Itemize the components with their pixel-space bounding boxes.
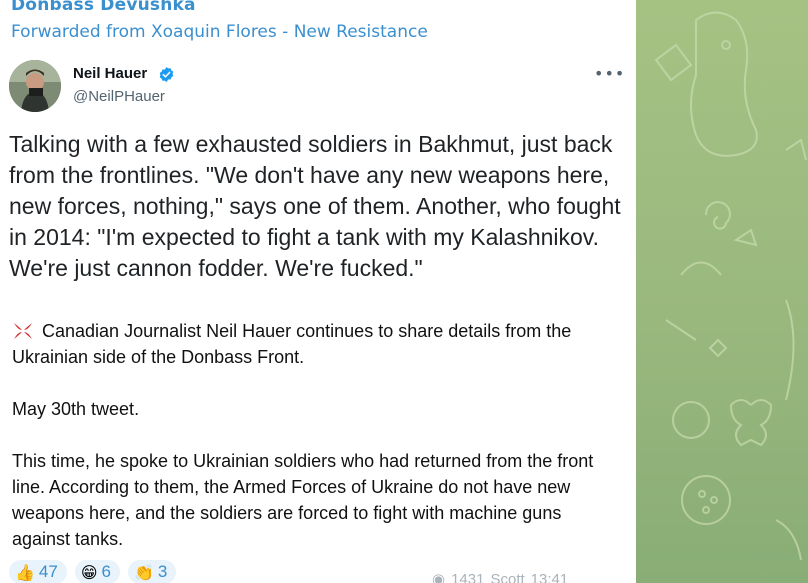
- tweet-handle: @NeilPHauer: [73, 88, 165, 105]
- avatar: [9, 60, 61, 112]
- reaction-clapping[interactable]: 👏 3: [128, 560, 177, 583]
- message-meta: ◉ 1431 Scott 13:41: [432, 570, 568, 583]
- channel-name[interactable]: Donbass Devushka: [11, 0, 196, 15]
- reaction-count: 47: [38, 562, 58, 581]
- eye-icon: ◉: [432, 571, 446, 583]
- forwarded-from[interactable]: Forwarded from Xoaquin Flores - New Resi…: [11, 22, 428, 42]
- thumbs-up-icon: 👍: [15, 562, 35, 582]
- clapping-hands-icon: 👏: [134, 562, 154, 582]
- message-bubble: Donbass Devushka Forwarded from Xoaquin …: [0, 0, 636, 583]
- grinning-face-icon: 😁: [80, 562, 98, 582]
- reactions-bar: 👍 47 😁 6 👏 3: [9, 560, 177, 583]
- tweet-author-name: Neil Hauer: [73, 65, 148, 82]
- anger-symbol-icon: [14, 323, 32, 339]
- chat-wallpaper: [636, 0, 808, 583]
- verified-badge-icon: [159, 67, 174, 82]
- message-paragraph-2: May 30th tweet.: [12, 399, 140, 419]
- wallpaper-doodles: [654, 11, 807, 561]
- views-count: 1431: [451, 570, 485, 583]
- more-dots-icon[interactable]: •••: [594, 64, 625, 83]
- message-paragraph-3: This time, he spoke to Ukrainian soldier…: [12, 451, 594, 549]
- reaction-thumbs-up[interactable]: 👍 47: [9, 560, 67, 583]
- avatar-photo-icon: [9, 60, 61, 112]
- reaction-grinning[interactable]: 😁 6: [74, 560, 120, 583]
- reaction-count: 3: [157, 562, 168, 581]
- post-time: 13:41: [530, 570, 569, 583]
- tweet-text: Talking with a few exhausted soldiers in…: [9, 131, 621, 281]
- message-paragraph: Canadian Journalist Neil Hauer continues…: [12, 318, 622, 370]
- post-author: Scott: [490, 570, 525, 583]
- message-paragraph-1: Canadian Journalist Neil Hauer continues…: [12, 321, 572, 367]
- message-text: Canadian Journalist Neil Hauer continues…: [12, 318, 622, 578]
- reaction-count: 6: [101, 562, 111, 581]
